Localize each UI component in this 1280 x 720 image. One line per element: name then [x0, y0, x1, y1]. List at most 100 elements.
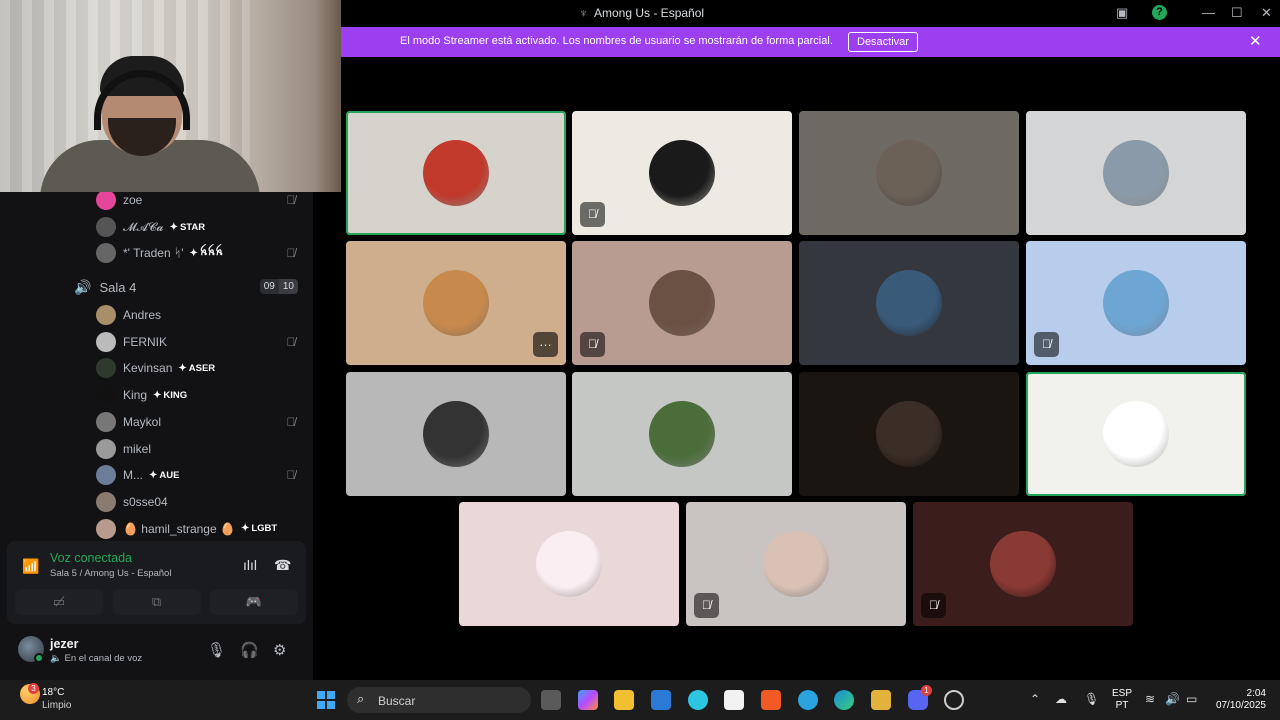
- voice-user-name: FERNIK: [123, 334, 168, 349]
- voice-user-row[interactable]: 🥚 hamil_strange 🥚 ✦ LGBT: [96, 518, 277, 540]
- close-window-icon[interactable]: ✕: [1261, 5, 1272, 21]
- participant-tile[interactable]: [799, 372, 1019, 496]
- participant-tile[interactable]: [799, 111, 1019, 235]
- tag-text: ꫝꫝꫝ: [199, 247, 224, 258]
- help-icon[interactable]: ?: [1152, 5, 1167, 20]
- wifi-icon[interactable]: ≋: [1145, 692, 1155, 706]
- voice-user-row[interactable]: zoe: [96, 189, 142, 211]
- username[interactable]: jezer: [50, 637, 79, 651]
- battery-icon[interactable]: ▭: [1186, 692, 1197, 706]
- voice-user-row[interactable]: FERNIK: [96, 331, 167, 353]
- participant-tile[interactable]: [459, 502, 679, 626]
- clipchamp-icon[interactable]: [688, 690, 708, 710]
- telegram-icon[interactable]: [798, 690, 818, 710]
- start-button[interactable]: [317, 691, 335, 709]
- search-placeholder: Buscar: [378, 694, 416, 708]
- windows-logo-pane: [327, 701, 335, 709]
- muted-mic-icon: 🎙̸: [286, 246, 296, 260]
- chevron-up-icon[interactable]: ⌃: [1030, 692, 1040, 706]
- task-view-icon[interactable]: [541, 690, 561, 710]
- participant-tile[interactable]: 🎙̸: [686, 502, 906, 626]
- voice-user-row[interactable]: King ✦ KING: [96, 384, 187, 406]
- voice-channel-sala[interactable]: 🔊 Sala 4 09 10: [74, 277, 304, 297]
- minimize-icon[interactable]: —: [1202, 5, 1215, 20]
- participant-avatar: [990, 531, 1056, 597]
- headphones-icon[interactable]: 🎧: [240, 641, 259, 659]
- voice-user-row[interactable]: Kevinsan ✦ ASER: [96, 357, 215, 379]
- microphone-icon[interactable]: 🎙: [207, 641, 226, 659]
- camera-off-icon: ▭̸: [52, 594, 66, 609]
- tag-icon: ✦: [153, 389, 162, 401]
- speaker-icon: 🔈: [50, 653, 62, 664]
- deactivate-button[interactable]: Desactivar: [848, 32, 918, 52]
- temperature[interactable]: 18°C: [42, 687, 64, 698]
- participant-tile[interactable]: 🎙̸: [572, 111, 792, 235]
- weather-condition[interactable]: Limpio: [42, 700, 71, 711]
- windows-logo-pane: [317, 701, 325, 709]
- store-icon[interactable]: [651, 690, 671, 710]
- cloud-icon[interactable]: ☁: [1055, 692, 1067, 706]
- participant-tile[interactable]: [799, 241, 1019, 365]
- participant-tile[interactable]: [346, 111, 566, 235]
- camera-button[interactable]: ▭̸: [15, 589, 103, 615]
- muted-mic-icon: 🎙̸: [580, 202, 605, 227]
- participant-tile[interactable]: [1026, 372, 1246, 496]
- participant-tile[interactable]: 🎙̸: [1026, 241, 1246, 365]
- language-indicator[interactable]: ESP PT: [1112, 688, 1132, 712]
- clock[interactable]: 2:04 07/10/2025: [1212, 688, 1266, 712]
- voice-user-row[interactable]: Maykol: [96, 411, 161, 433]
- signal-icon[interactable]: 📶: [22, 558, 39, 575]
- language-secondary: PT: [1115, 700, 1129, 711]
- inbox-icon[interactable]: ▣: [1116, 5, 1128, 21]
- microphone-tray-icon[interactable]: 🎙: [1084, 692, 1099, 706]
- file-explorer-icon[interactable]: [614, 690, 634, 710]
- voice-user-row[interactable]: M... ✦ AUE: [96, 464, 179, 486]
- settings-gear-icon[interactable]: ⚙: [273, 641, 286, 659]
- participant-avatar: [649, 270, 715, 336]
- brave-icon[interactable]: [761, 690, 781, 710]
- voice-status[interactable]: Voz conectada: [50, 551, 132, 565]
- copilot-icon[interactable]: [578, 690, 598, 710]
- game-app-icon[interactable]: [871, 690, 891, 710]
- participant-avatar: [536, 531, 602, 597]
- participant-tile[interactable]: 🎙̸: [572, 241, 792, 365]
- voice-user-row[interactable]: mikel: [96, 438, 151, 460]
- user-limit: 10: [278, 279, 298, 294]
- participant-avatar: [649, 140, 715, 206]
- participant-tile[interactable]: [572, 372, 792, 496]
- participant-tile[interactable]: …: [346, 241, 566, 365]
- participant-avatar: [876, 270, 942, 336]
- tag-icon: ✦: [169, 221, 178, 233]
- disconnect-icon[interactable]: ☎: [274, 557, 291, 574]
- maximize-icon[interactable]: ☐: [1231, 5, 1243, 21]
- voice-user-row[interactable]: 𝓜𝓐𝓒𝓪 ✦ STAR: [96, 216, 205, 238]
- voice-location[interactable]: Sala 5 / Among Us - Español: [50, 568, 171, 579]
- participant-tile[interactable]: 🎙̸: [913, 502, 1133, 626]
- screen-share-button[interactable]: ⧉: [112, 589, 201, 615]
- tag-icon: ✦: [240, 523, 250, 535]
- voice-user-row[interactable]: *' Traden ᛋ' ✦ ꫝꫝꫝ: [96, 242, 223, 264]
- noise-suppression-icon[interactable]: ılıl: [243, 557, 257, 573]
- more-options-icon[interactable]: …: [533, 332, 558, 357]
- edge-icon[interactable]: [834, 690, 854, 710]
- voice-connection-panel: 📶 Voz conectada Sala 5 / Among Us - Espa…: [7, 541, 306, 624]
- voice-user-row[interactable]: Andres: [96, 304, 161, 326]
- participant-tile[interactable]: [1026, 111, 1246, 235]
- voice-user-row[interactable]: s0sse04: [96, 491, 168, 513]
- volume-icon[interactable]: 🔊: [1165, 692, 1180, 706]
- activities-button[interactable]: 🎮: [210, 589, 298, 615]
- close-banner-icon[interactable]: ✕: [1249, 32, 1262, 50]
- muted-mic-icon: 🎙̸: [1034, 332, 1059, 357]
- channel-name: Sala 4: [99, 279, 137, 295]
- participant-tile[interactable]: [346, 372, 566, 496]
- obs-icon[interactable]: [944, 690, 964, 710]
- voice-user-name: Maykol: [123, 414, 162, 429]
- avatar: [96, 305, 116, 325]
- muted-mic-icon: 🎙̸: [921, 593, 946, 618]
- avatar: [96, 358, 116, 379]
- participant-avatar: [1103, 140, 1169, 206]
- capcut-icon[interactable]: [724, 690, 744, 710]
- tag-icon: ✦: [178, 362, 187, 374]
- user-tag-badge: ✦ AUE: [149, 470, 179, 481]
- taskbar-search[interactable]: ⌕ Buscar: [347, 687, 531, 713]
